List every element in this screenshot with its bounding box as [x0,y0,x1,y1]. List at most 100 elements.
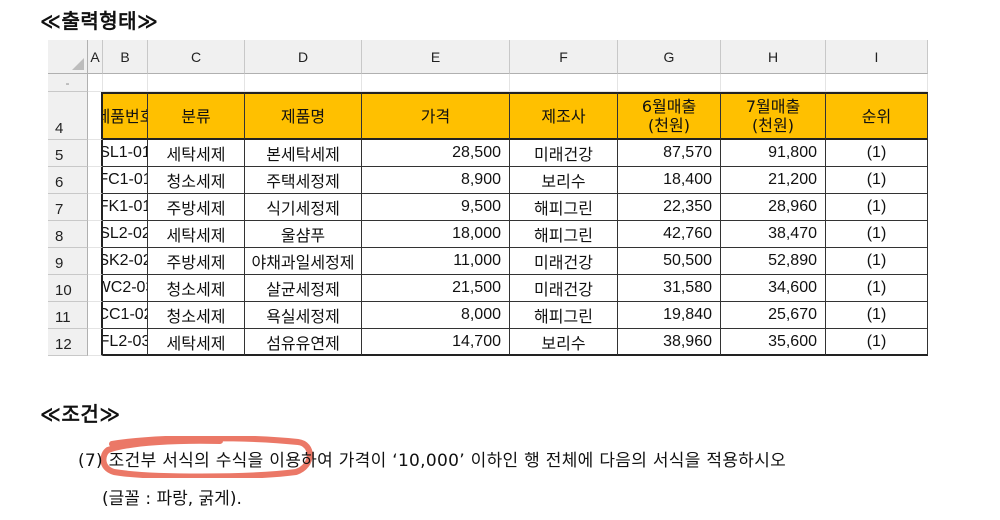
table-cell-jun[interactable]: 19,840 [618,302,721,329]
table-cell-jul[interactable]: 35,600 [721,329,826,356]
blank-cell[interactable] [826,74,928,92]
table-cell-category[interactable]: 세탁세제 [148,221,245,248]
column-header-d[interactable]: D [245,40,362,74]
table-cell-rank[interactable]: (1) [826,140,928,167]
table-cell-id[interactable]: SL1-01 [103,140,148,167]
blank-cell[interactable] [148,74,245,92]
row-header-5[interactable]: 5 [48,140,88,167]
column-a-cell[interactable] [88,248,103,275]
blank-cell[interactable] [618,74,721,92]
table-cell-jun[interactable]: 42,760 [618,221,721,248]
table-cell-jul[interactable]: 52,890 [721,248,826,275]
blank-cell[interactable] [362,74,510,92]
header-cell-price[interactable]: 가격 [362,92,510,140]
table-cell-jun[interactable]: 87,570 [618,140,721,167]
table-cell-price[interactable]: 14,700 [362,329,510,356]
column-a-cell[interactable] [88,167,103,194]
blank-cell[interactable] [88,74,103,92]
table-cell-id[interactable]: FC1-01 [103,167,148,194]
header-cell-maker[interactable]: 제조사 [510,92,618,140]
row-header-8[interactable]: 8 [48,221,88,248]
table-cell-id[interactable]: WC2-03 [103,275,148,302]
column-a-cell[interactable] [88,194,103,221]
table-cell-rank[interactable]: (1) [826,221,928,248]
table-cell-maker[interactable]: 미래건강 [510,275,618,302]
table-cell-id[interactable]: CC1-02 [103,302,148,329]
table-cell-maker[interactable]: 미래건강 [510,140,618,167]
row-header-7[interactable]: 7 [48,194,88,221]
table-cell-price[interactable]: 11,000 [362,248,510,275]
table-cell-id[interactable]: FL2-03 [103,329,148,356]
column-header-h[interactable]: H [721,40,826,74]
table-cell-name[interactable]: 본세탁세제 [245,140,362,167]
table-cell-jul[interactable]: 38,470 [721,221,826,248]
column-a-cell[interactable] [88,92,103,140]
table-cell-maker[interactable]: 해피그린 [510,221,618,248]
column-header-f[interactable]: F [510,40,618,74]
column-header-g[interactable]: G [618,40,721,74]
header-cell-jul[interactable]: 7월매출 (천원) [721,92,826,140]
table-cell-rank[interactable]: (1) [826,329,928,356]
spreadsheet[interactable]: ABCDEFGHI -456789101112 제품번호 분류 제품명 가격 제조사 6월… [48,40,952,365]
table-cell-name[interactable]: 살균세정제 [245,275,362,302]
table-cell-category[interactable]: 청소세제 [148,167,245,194]
column-a-cell[interactable] [88,275,103,302]
table-cell-id[interactable]: SK2-02 [103,248,148,275]
column-a-cell[interactable] [88,140,103,167]
table-cell-rank[interactable]: (1) [826,302,928,329]
table-cell-name[interactable]: 야채과일세정제 [245,248,362,275]
table-cell-price[interactable]: 9,500 [362,194,510,221]
table-cell-category[interactable]: 주방세제 [148,248,245,275]
table-cell-jul[interactable]: 34,600 [721,275,826,302]
table-cell-name[interactable]: 식기세정제 [245,194,362,221]
table-cell-jun[interactable]: 38,960 [618,329,721,356]
table-cell-price[interactable]: 8,000 [362,302,510,329]
table-cell-id[interactable]: SL2-02 [103,221,148,248]
row-header-4[interactable]: 4 [48,92,88,140]
header-cell-category[interactable]: 분류 [148,92,245,140]
table-cell-price[interactable]: 21,500 [362,275,510,302]
table-cell-jul[interactable]: 21,200 [721,167,826,194]
blank-cell[interactable] [510,74,618,92]
table-cell-price[interactable]: 18,000 [362,221,510,248]
blank-cell[interactable] [721,74,826,92]
table-cell-jun[interactable]: 50,500 [618,248,721,275]
column-header-a[interactable]: A [88,40,103,74]
header-cell-rank[interactable]: 순위 [826,92,928,140]
table-cell-category[interactable]: 세탁세제 [148,329,245,356]
column-a-cell[interactable] [88,302,103,329]
table-cell-jul[interactable]: 25,670 [721,302,826,329]
row-header-12[interactable]: 12 [48,329,88,356]
table-cell-price[interactable]: 8,900 [362,167,510,194]
table-cell-jun[interactable]: 22,350 [618,194,721,221]
column-header-i[interactable]: I [826,40,928,74]
column-header-c[interactable]: C [148,40,245,74]
table-cell-rank[interactable]: (1) [826,167,928,194]
table-cell-jun[interactable]: 31,580 [618,275,721,302]
row-header-11[interactable]: 11 [48,302,88,329]
table-cell-jul[interactable]: 28,960 [721,194,826,221]
header-cell-id[interactable]: 제품번호 [103,92,148,140]
table-cell-maker[interactable]: 보리수 [510,329,618,356]
table-cell-name[interactable]: 섬유유연제 [245,329,362,356]
table-cell-name[interactable]: 욕실세정제 [245,302,362,329]
column-header-b[interactable]: B [103,40,148,74]
header-cell-name[interactable]: 제품명 [245,92,362,140]
table-cell-category[interactable]: 세탁세제 [148,140,245,167]
row-header-10[interactable]: 10 [48,275,88,302]
table-cell-rank[interactable]: (1) [826,275,928,302]
column-a-cell[interactable] [88,329,103,356]
select-all-corner[interactable] [48,40,88,74]
table-cell-maker[interactable]: 미래건강 [510,248,618,275]
blank-cell[interactable] [245,74,362,92]
table-cell-price[interactable]: 28,500 [362,140,510,167]
table-cell-name[interactable]: 주택세정제 [245,167,362,194]
blank-cell[interactable] [103,74,148,92]
column-header-e[interactable]: E [362,40,510,74]
table-cell-jul[interactable]: 91,800 [721,140,826,167]
table-cell-rank[interactable]: (1) [826,194,928,221]
row-header-6[interactable]: 6 [48,167,88,194]
column-a-cell[interactable] [88,221,103,248]
table-cell-maker[interactable]: 해피그린 [510,194,618,221]
table-cell-jun[interactable]: 18,400 [618,167,721,194]
